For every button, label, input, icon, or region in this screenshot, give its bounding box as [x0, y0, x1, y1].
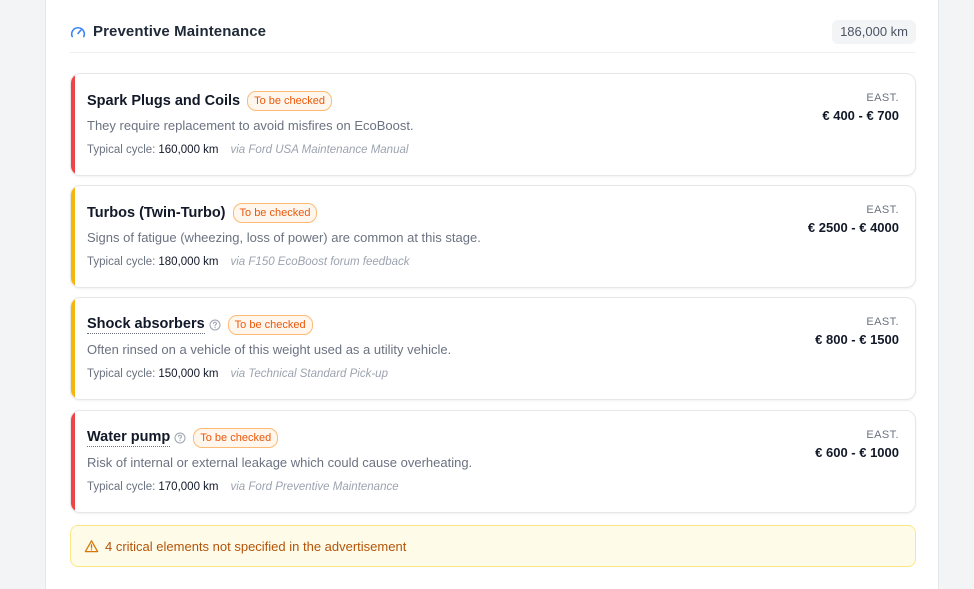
card-title: Turbos (Twin-Turbo)	[87, 205, 226, 221]
severity-bar-critical	[71, 74, 75, 175]
estimate-label: EAST.	[866, 429, 899, 441]
maintenance-card[interactable]: Turbos (Twin-Turbo) To be checked Signs …	[70, 185, 916, 288]
cycle-value: 170,000 km	[158, 481, 219, 493]
estimate-label: EAST.	[866, 92, 899, 104]
estimate-price: € 800 - € 1500	[815, 332, 899, 347]
source-text: via F150 EcoBoost forum feedback	[230, 256, 410, 268]
maintenance-card[interactable]: Water pump To be checked Risk of interna…	[70, 410, 916, 513]
maintenance-card[interactable]: Spark Plugs and Coils To be checked They…	[70, 73, 916, 176]
cycle-label: Typical cycle:	[87, 256, 156, 268]
status-badge: To be checked	[247, 91, 333, 111]
severity-bar-warning	[71, 186, 75, 287]
estimate-price: € 400 - € 700	[822, 108, 899, 123]
card-title-row: Turbos (Twin-Turbo) To be checked	[87, 202, 318, 224]
card-meta: Typical cycle: 170,000 km via Ford Preve…	[87, 481, 399, 493]
status-badge: To be checked	[193, 428, 279, 448]
severity-bar-critical	[71, 411, 75, 512]
card-title: Shock absorbers	[87, 316, 205, 334]
source-text: via Ford Preventive Maintenance	[230, 481, 399, 493]
cycle-label: Typical cycle:	[87, 481, 156, 493]
card-meta: Typical cycle: 150,000 km via Technical …	[87, 368, 388, 380]
card-title-row: Shock absorbers To be checked	[87, 314, 313, 336]
status-badge: To be checked	[227, 315, 313, 335]
estimate-label: EAST.	[866, 204, 899, 216]
cycle-value: 150,000 km	[158, 368, 219, 380]
card-description: Often rinsed on a vehicle of this weight…	[87, 342, 452, 357]
card-title: Water pump	[87, 429, 171, 447]
estimate-price: € 600 - € 1000	[815, 445, 899, 460]
status-badge: To be checked	[232, 203, 318, 223]
cycle-value: 160,000 km	[158, 144, 219, 156]
card-meta: Typical cycle: 160,000 km via Ford USA M…	[87, 144, 408, 156]
source-text: via Ford USA Maintenance Manual	[230, 144, 409, 156]
card-title-row: Water pump To be checked	[87, 427, 279, 449]
source-text: via Technical Standard Pick-up	[230, 368, 388, 380]
severity-bar-warning	[71, 298, 75, 399]
card-title-row: Spark Plugs and Coils To be checked	[87, 90, 333, 112]
critical-alert: 4 critical elements not specified in the…	[70, 525, 916, 567]
cycle-label: Typical cycle:	[87, 368, 156, 380]
mileage-badge: 186,000 km	[832, 20, 916, 44]
estimate-label: EAST.	[866, 316, 899, 328]
card-description: They require replacement to avoid misfir…	[87, 118, 414, 133]
cycle-label: Typical cycle:	[87, 144, 156, 156]
maintenance-card[interactable]: Shock absorbers To be checked Often rins…	[70, 297, 916, 400]
card-title: Spark Plugs and Coils	[87, 93, 241, 109]
card-description: Signs of fatigue (wheezing, loss of powe…	[87, 230, 481, 245]
estimate-price: € 2500 - € 4000	[807, 220, 899, 235]
cycle-value: 180,000 km	[158, 256, 219, 268]
help-circle-icon[interactable]	[209, 319, 221, 331]
section-header: Preventive Maintenance 186,000 km	[70, 0, 916, 53]
section-title: Preventive Maintenance	[93, 23, 267, 40]
alert-message: 4 critical elements not specified in the…	[105, 539, 407, 554]
card-meta: Typical cycle: 180,000 km via F150 EcoBo…	[87, 256, 410, 268]
card-description: Risk of internal or external leakage whi…	[87, 455, 473, 470]
gauge-icon	[70, 26, 86, 38]
maintenance-panel: Preventive Maintenance 186,000 km Spark …	[45, 0, 939, 589]
warning-triangle-icon	[84, 540, 99, 553]
help-circle-icon[interactable]	[174, 432, 186, 444]
